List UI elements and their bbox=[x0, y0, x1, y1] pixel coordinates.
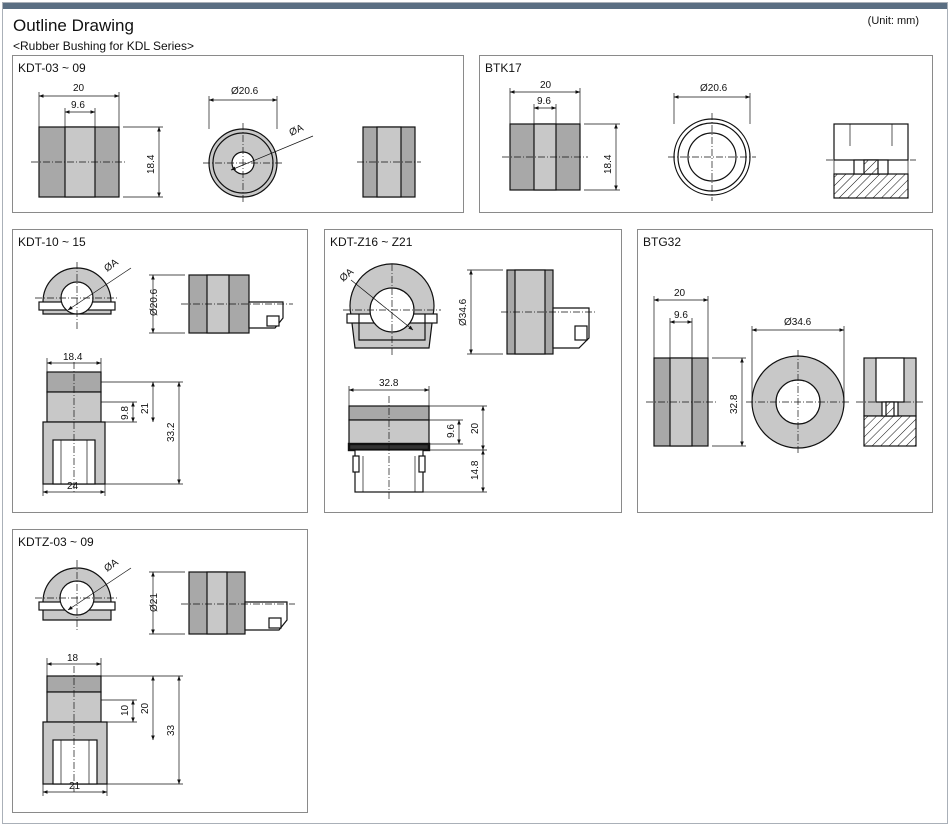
dim-height: 18.4 bbox=[603, 154, 614, 174]
drawing-btk17: 20 9.6 18.4 Ø20.6 bbox=[502, 80, 916, 201]
dim-top: 18.4 bbox=[63, 352, 83, 363]
dim-inner: 9.6 bbox=[71, 100, 85, 111]
panel-kdt-z16-z21: KDT-Z16 ~ Z21 ØA Ø34.6 32.8 9.6 20 14.8 bbox=[324, 229, 622, 513]
dim-inner: 9.6 bbox=[446, 424, 457, 438]
rear-view bbox=[357, 126, 421, 198]
dim-bottom: 21 bbox=[69, 781, 81, 792]
dim-h1: 20 bbox=[140, 702, 151, 714]
side-view: Ø34.6 bbox=[458, 269, 597, 355]
dim-bore: ØA bbox=[102, 257, 120, 274]
dim-h2: 14.8 bbox=[470, 460, 481, 480]
dim-h1: 21 bbox=[140, 402, 151, 414]
dim-dia: Ø34.6 bbox=[784, 317, 812, 328]
dim-top: 18 bbox=[67, 653, 79, 664]
panel-kdt-10-15: KDT-10 ~ 15 ØA Ø20.6 18.4 9.8 21 33.2 24 bbox=[12, 229, 308, 513]
dim-width: 20 bbox=[540, 80, 552, 91]
dim-inner: 9.8 bbox=[120, 406, 131, 420]
dim-h1: 20 bbox=[470, 422, 481, 434]
dim-dia: Ø20.6 bbox=[231, 86, 259, 97]
dim-bore: ØA bbox=[288, 123, 306, 139]
drawing-btg32: 20 9.6 32.8 Ø34.6 bbox=[646, 288, 924, 454]
side-view: Ø21 bbox=[149, 571, 295, 635]
top-view: 18 10 20 33 21 bbox=[42, 653, 183, 796]
panel-btk17: BTK17 20 9.6 18.4 Ø20.6 bbox=[479, 55, 933, 213]
page-subtitle: <Rubber Bushing for KDL Series> bbox=[13, 39, 194, 53]
dim-inner: 9.6 bbox=[537, 96, 551, 107]
dim-width: 20 bbox=[674, 288, 686, 299]
drawing-kdt-10-15: ØA Ø20.6 18.4 9.8 21 33.2 24 bbox=[35, 257, 293, 496]
drawing-kdt-z16-z21: ØA Ø34.6 32.8 9.6 20 14.8 bbox=[338, 263, 597, 500]
front-view: ØA bbox=[35, 557, 132, 630]
section-view bbox=[856, 357, 924, 447]
unit-note: (Unit: mm) bbox=[867, 15, 919, 27]
panel-kdtz-03-09: KDTZ-03 ~ 09 ØA Ø21 18 10 20 33 21 bbox=[12, 529, 308, 813]
header-bar bbox=[3, 3, 947, 9]
dim-inner: 10 bbox=[120, 704, 131, 716]
top-view: 18.4 9.8 21 33.2 24 bbox=[42, 352, 183, 496]
side-view: 20 9.6 18.4 bbox=[31, 83, 163, 198]
dim-dia: Ø20.6 bbox=[700, 83, 728, 94]
front-view: Ø20.6 bbox=[668, 83, 756, 201]
dim-height: 18.4 bbox=[146, 154, 157, 174]
dim-dia: Ø21 bbox=[149, 593, 160, 612]
front-view: ØA bbox=[35, 257, 132, 330]
dim-dia: Ø20.6 bbox=[149, 288, 160, 316]
dim-inner: 9.6 bbox=[674, 310, 688, 321]
dim-width: 20 bbox=[73, 83, 85, 94]
drawing-kdt-03-09: 20 9.6 18.4 Ø20.6 ØA bbox=[31, 83, 421, 203]
dim-dia: Ø34.6 bbox=[458, 298, 469, 326]
section-view bbox=[826, 123, 916, 199]
dim-top: 32.8 bbox=[379, 378, 399, 389]
panel-btg32: BTG32 20 9.6 32.8 Ø34.6 bbox=[637, 229, 933, 513]
top-view: 32.8 9.6 20 14.8 bbox=[347, 378, 487, 500]
dim-height: 32.8 bbox=[729, 394, 740, 414]
front-view: ØA bbox=[338, 263, 441, 356]
panel-kdt-03-09: KDT-03 ~ 09 20 9.6 18.4 Ø20.6 ØA bbox=[12, 55, 464, 213]
page-title: Outline Drawing bbox=[13, 16, 134, 35]
dim-bottom: 24 bbox=[67, 481, 79, 492]
drawing-kdtz-03-09: ØA Ø21 18 10 20 33 21 bbox=[35, 557, 295, 796]
dim-bore: ØA bbox=[102, 557, 120, 574]
side-view: 20 9.6 18.4 bbox=[502, 80, 620, 191]
front-view: Ø34.6 bbox=[746, 317, 850, 454]
dim-h2: 33.2 bbox=[166, 422, 177, 442]
front-view: Ø20.6 ØA bbox=[203, 86, 314, 203]
side-view: 20 9.6 32.8 bbox=[646, 288, 746, 447]
dim-h2: 33 bbox=[166, 724, 177, 736]
side-view: Ø20.6 bbox=[149, 274, 293, 334]
